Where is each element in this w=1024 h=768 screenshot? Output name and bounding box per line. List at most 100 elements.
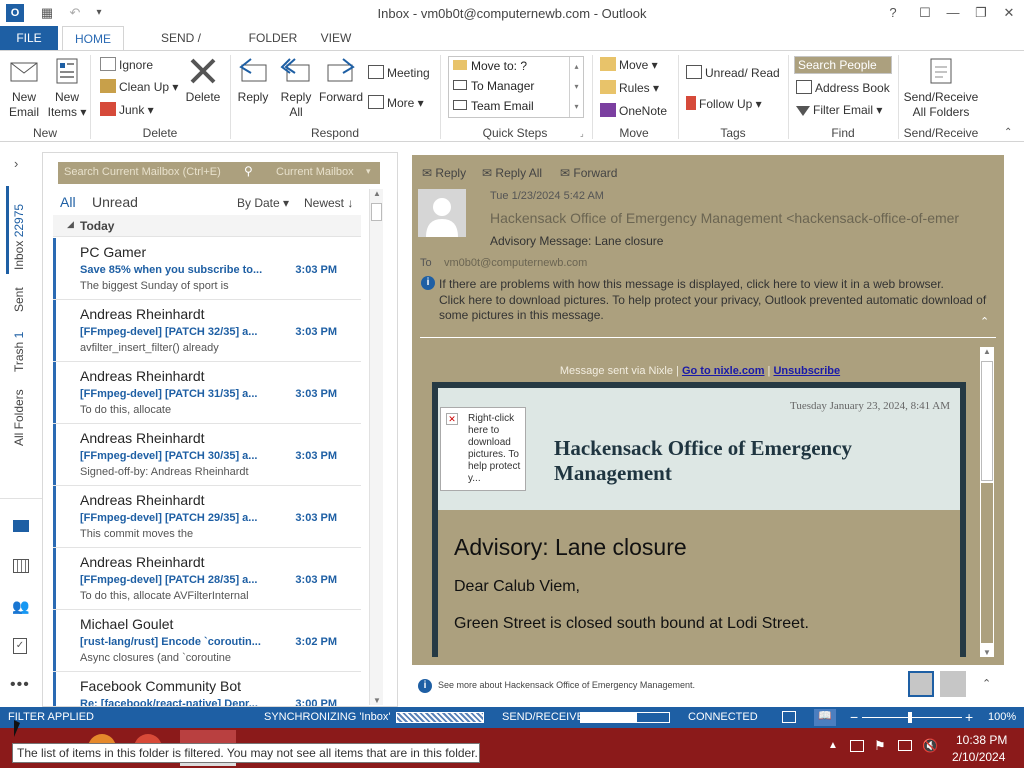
people-icon[interactable]: 👥 [12, 598, 29, 615]
delete-button[interactable]: Delete [182, 55, 224, 105]
maximize-button[interactable]: ❐ [970, 3, 992, 23]
tab-view[interactable]: VIEW [314, 26, 358, 50]
zoom-out-button[interactable]: − [850, 709, 858, 725]
to-value[interactable]: vm0b0t@computernewb.com [444, 257, 587, 269]
nixle-link[interactable]: Go to nixle.com [682, 365, 765, 377]
rail-trash[interactable]: Trash 1 [12, 332, 26, 372]
collapse-header-icon[interactable]: ⌃ [980, 315, 989, 328]
filter-all[interactable]: All [60, 194, 76, 210]
list-item[interactable]: Facebook Community Bot Re: [facebook/reac… [53, 672, 361, 706]
minimize-button[interactable]: — [942, 3, 964, 23]
body-scroll-down-icon[interactable]: ▼ [980, 648, 994, 657]
new-email-button[interactable]: New Email [4, 55, 44, 120]
list-item[interactable]: Andreas Rheinhardt [FFmpeg-devel] [PATCH … [53, 486, 361, 548]
reading-forward-button[interactable]: ✉ Forward [560, 166, 617, 180]
forward-button[interactable]: Forward [318, 55, 364, 105]
tray-volume-icon[interactable]: 🔇 [922, 738, 938, 754]
tab-file[interactable]: FILE [0, 26, 58, 50]
mail-icon[interactable] [13, 520, 29, 532]
list-item[interactable]: Andreas Rheinhardt [FFmpeg-devel] [PATCH … [53, 362, 361, 424]
ignore-button[interactable]: Ignore [100, 55, 153, 75]
search-people-input[interactable]: Search People [794, 56, 892, 74]
zoom-level[interactable]: 100% [988, 711, 1016, 723]
send-receive-all-button[interactable]: Send/Receive All Folders [902, 55, 980, 120]
tray-network-icon[interactable] [850, 740, 864, 752]
tray-flag-icon[interactable]: ⚑ [874, 738, 886, 754]
reading-reply-button[interactable]: ✉ Reply [422, 166, 466, 180]
junk-button[interactable]: Junk ▾ [100, 100, 154, 120]
info-view-in-browser[interactable]: If there are problems with how this mess… [439, 277, 999, 291]
rules-button[interactable]: Rules ▾ [600, 78, 659, 98]
rail-sent[interactable]: Sent [12, 287, 26, 312]
gallery-scrollbar[interactable]: ▴ ▾ ▾ [569, 57, 583, 117]
blocked-image[interactable]: ✕ Right-click here to download pictures.… [440, 407, 526, 491]
quick-step-team-email[interactable]: Team Email [453, 99, 534, 113]
info-download-pictures[interactable]: Click here to download pictures. To help… [439, 293, 991, 323]
zoom-slider-thumb[interactable] [908, 712, 912, 723]
list-item[interactable]: Michael Goulet [rust-lang/rust] Encode `c… [53, 610, 361, 672]
quick-steps-gallery[interactable]: Move to: ? To Manager Team Email ▴ ▾ ▾ [448, 56, 584, 118]
help-button[interactable]: ? [882, 3, 904, 23]
tab-home[interactable]: HOME [62, 26, 124, 50]
clock-date[interactable]: 2/10/2024 [952, 750, 1005, 764]
clock-time[interactable]: 10:38 PM [956, 733, 1007, 747]
reading-view-icon[interactable]: 📖 [814, 709, 836, 726]
clean-up-button[interactable]: Clean Up ▾ [100, 77, 178, 97]
people-avatar-1[interactable] [908, 671, 934, 697]
zoom-in-button[interactable]: + [965, 709, 973, 725]
quick-step-move-to[interactable]: Move to: ? [453, 59, 527, 73]
message-sender-full[interactable]: Hackensack Office of Emergency Managemen… [490, 210, 990, 226]
move-button[interactable]: Move ▾ [600, 55, 658, 75]
show-hidden-icons-icon[interactable]: ▲ [828, 740, 838, 751]
calendar-icon[interactable] [13, 559, 29, 573]
close-button[interactable]: ✕ [998, 3, 1020, 23]
list-item[interactable]: Andreas Rheinhardt [FFmpeg-devel] [PATCH … [53, 300, 361, 362]
tab-send-receive[interactable]: SEND / RECEIVE [134, 26, 228, 69]
scope-chevron-icon[interactable]: ▾ [366, 166, 371, 177]
tray-display-icon[interactable] [898, 740, 912, 751]
expand-folder-pane-icon[interactable]: › [14, 156, 18, 171]
normal-view-icon[interactable] [782, 711, 796, 723]
filter-unread[interactable]: Unread [92, 194, 138, 210]
search-input[interactable]: Search Current Mailbox (Ctrl+E) [64, 166, 221, 178]
onenote-button[interactable]: OneNote [600, 101, 667, 121]
follow-up-button[interactable]: Follow Up ▾ [686, 94, 762, 114]
search-icon[interactable]: ⚲ [244, 164, 253, 178]
tab-folder[interactable]: FOLDER [244, 26, 302, 50]
ribbon-display-button[interactable]: ☐ [914, 3, 936, 23]
see-more-about-sender[interactable]: See more about Hackensack Office of Emer… [438, 680, 695, 690]
reply-all-button[interactable]: Reply All [276, 55, 316, 120]
scroll-thumb[interactable] [371, 203, 382, 221]
people-avatar-2[interactable] [940, 671, 966, 697]
body-scrollbar[interactable]: ▲ ▼ [980, 347, 994, 657]
list-item[interactable]: PC Gamer Save 85% when you subscribe to..… [53, 238, 361, 300]
filter-applied-status[interactable]: FILTER APPLIED [8, 711, 94, 723]
address-book-button[interactable]: Address Book [796, 78, 890, 98]
scroll-up-icon[interactable]: ▲ [370, 189, 384, 198]
rail-inbox[interactable]: Inbox 22975 [12, 204, 26, 270]
sort-by-dropdown[interactable]: By Date ▾ [237, 196, 289, 210]
sort-order-toggle[interactable]: Newest ↓ [304, 196, 353, 210]
more-nav-icon[interactable]: ••• [10, 676, 30, 694]
search-box[interactable]: Search Current Mailbox (Ctrl+E) ⚲ Curren… [58, 162, 380, 184]
search-scope-dropdown[interactable]: Current Mailbox [276, 166, 354, 178]
more-respond-button[interactable]: More ▾ [368, 93, 424, 113]
reading-reply-all-button[interactable]: ✉ Reply All [482, 166, 542, 180]
list-item[interactable]: Andreas Rheinhardt [FFmpeg-devel] [PATCH … [53, 424, 361, 486]
quick-steps-launcher-icon[interactable]: ⌟ [580, 129, 584, 138]
collapse-ribbon-icon[interactable]: ⌃ [1004, 127, 1012, 138]
list-item[interactable]: Andreas Rheinhardt [FFmpeg-devel] [PATCH … [53, 548, 361, 610]
filter-email-button[interactable]: Filter Email ▾ [796, 100, 882, 120]
rail-all-folders[interactable]: All Folders [12, 389, 26, 446]
group-header-today[interactable]: ◢ Today [53, 215, 361, 237]
new-items-button[interactable]: New Items ▾ [46, 55, 88, 120]
reply-button[interactable]: Reply [234, 55, 272, 105]
zoom-slider[interactable] [862, 712, 962, 723]
tasks-icon[interactable]: ✓ [13, 638, 27, 654]
quick-step-to-manager[interactable]: To Manager [453, 79, 534, 93]
unread-read-button[interactable]: Unread/ Read [686, 63, 780, 83]
expand-people-pane-icon[interactable]: ⌃ [982, 677, 991, 690]
list-scrollbar[interactable]: ▲ ▼ [369, 189, 383, 705]
body-scroll-thumb[interactable] [981, 361, 993, 481]
body-scroll-track[interactable] [981, 483, 993, 643]
